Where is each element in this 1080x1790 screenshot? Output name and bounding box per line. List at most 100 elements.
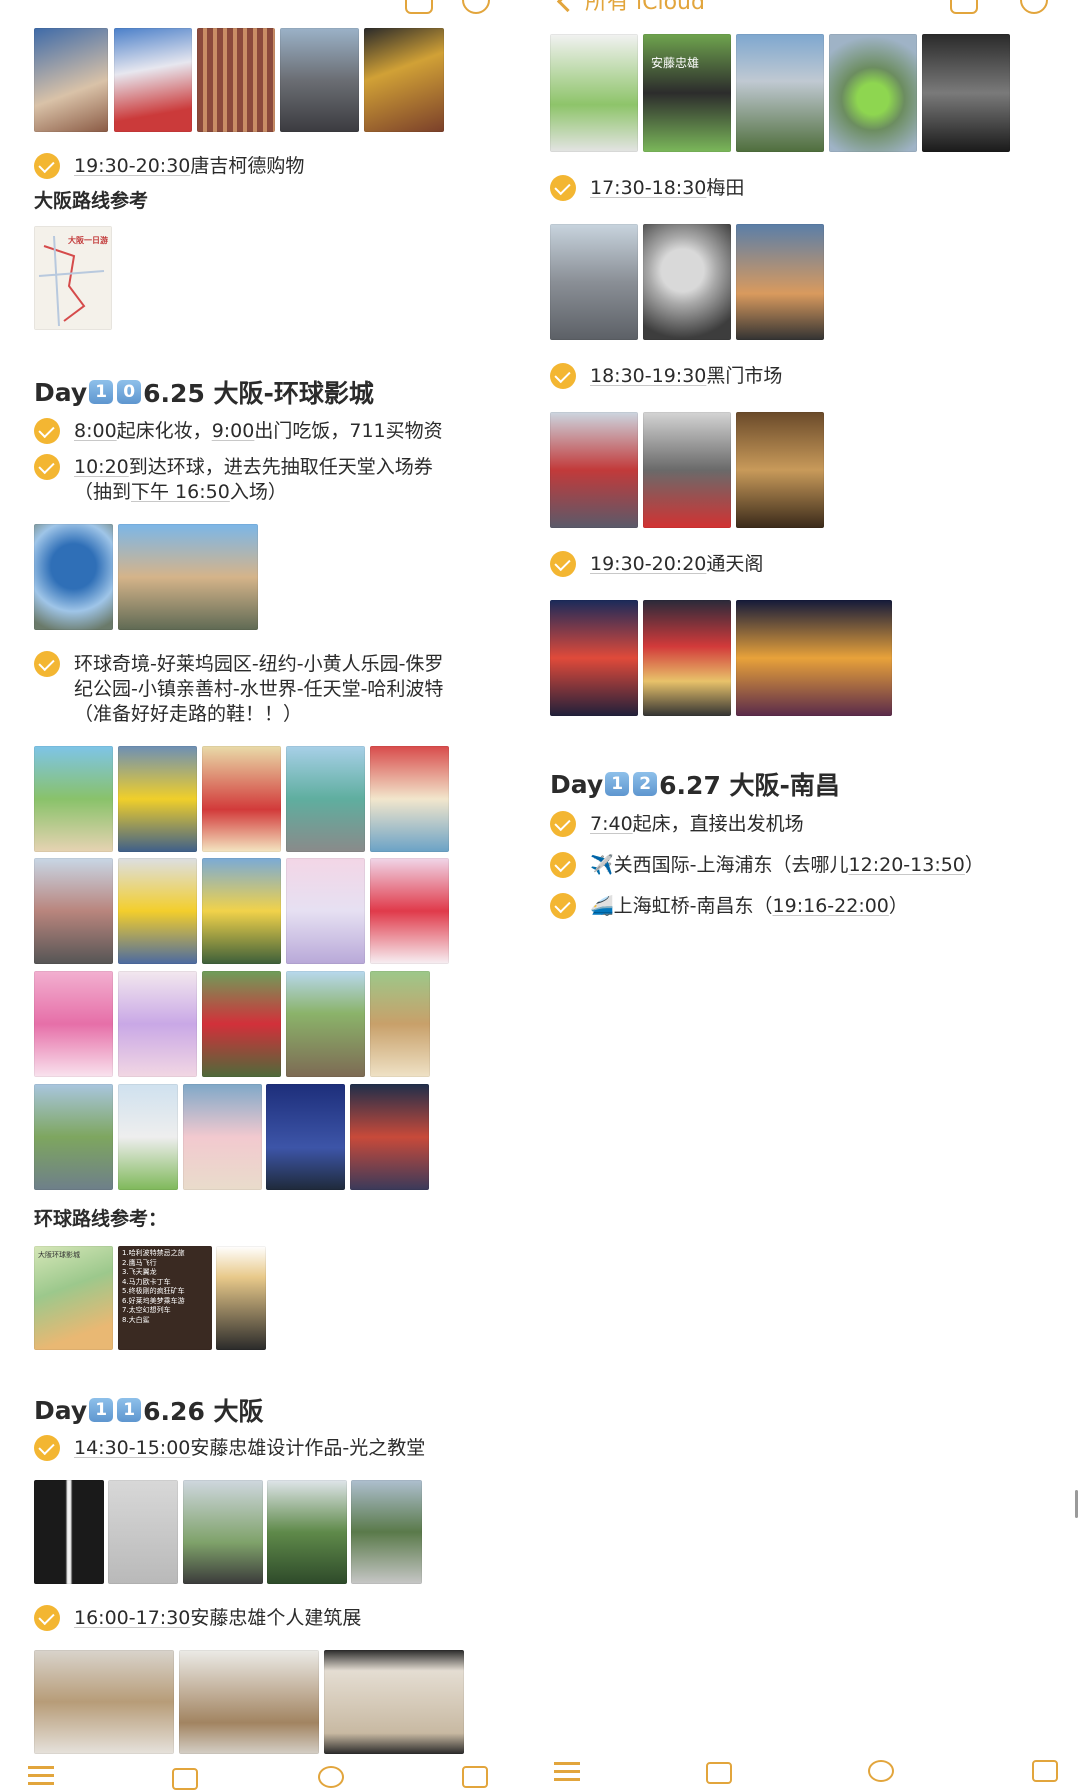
checkmark-icon[interactable] [34,454,60,480]
photo-thumbnail[interactable] [183,1084,262,1190]
checkmark-icon[interactable] [550,363,576,389]
checklist-item-wakeup[interactable]: 8:00起床化妆，9:00出门吃饭，711买物资 [34,418,443,445]
checklist-item-usj-areas[interactable]: 环球奇境-好莱坞园区-纽约-小黄人乐园-侏罗 纪公园-小镇亲善村-水世界-任天堂-… [34,651,443,727]
checklist-icon[interactable] [554,1760,580,1782]
photo-thumbnail[interactable] [364,28,444,132]
photo-thumbnail[interactable] [370,858,449,964]
photo-thumbnail[interactable] [736,600,892,716]
keycap-digit-icon: 1 [117,1398,142,1422]
scrollbar[interactable] [1075,1490,1078,1518]
photo-thumbnail[interactable] [550,600,638,716]
checklist-item-1930[interactable]: 19:30-20:30唐吉柯德购物 [34,153,304,180]
photo-thumbnail[interactable] [34,1650,174,1754]
photo-thumbnail[interactable] [118,1084,178,1190]
checklist-item-train[interactable]: 🚄上海虹桥-南昌东（19:16-22:00） [550,893,908,920]
usj-map-thumbnail[interactable]: 大阪环球影城 [34,1246,113,1350]
ando-book-thumbnail[interactable]: 安藤忠雄 [643,34,731,152]
checkmark-icon[interactable] [34,418,60,444]
checkmark-icon[interactable] [34,153,60,179]
checklist-item-umeda[interactable]: 17:30-18:30梅田 [550,175,744,202]
compose-icon[interactable] [1032,1760,1058,1782]
checklist-item-church[interactable]: 14:30-15:00安藤忠雄设计作品-光之教堂 [34,1435,426,1462]
photo-thumbnail[interactable] [34,1084,113,1190]
photo-thumbnail[interactable] [286,971,365,1077]
photo-thumbnail[interactable] [118,971,197,1077]
photo-thumbnail[interactable] [216,1246,266,1350]
photo-thumbnail[interactable] [286,746,365,852]
checklist-item-tsutenkaku[interactable]: 19:30-20:20通天阁 [550,551,764,578]
photo-thumbnail[interactable] [550,224,638,340]
checkmark-icon[interactable] [550,893,576,919]
checklist-item-arrive-usj[interactable]: 10:20到达环球，进去先抽取任天堂入场券 （抽到下午 16:50入场） [34,454,433,505]
photo-thumbnail[interactable] [351,1480,422,1584]
checklist-item-depart[interactable]: 7:40起床，直接出发机场 [550,811,804,838]
photo-thumbnail[interactable] [550,34,638,152]
checkmark-icon[interactable] [550,551,576,577]
checkmark-icon[interactable] [550,852,576,878]
share-icon[interactable] [950,0,978,14]
photo-thumbnail[interactable] [108,1480,178,1584]
checkmark-icon[interactable] [34,1435,60,1461]
photo-thumbnail[interactable] [643,412,731,528]
photo-thumbnail[interactable] [34,971,113,1077]
checkmark-icon[interactable] [34,651,60,677]
photo-thumbnail[interactable] [34,746,113,852]
checklist-item-kuromon[interactable]: 18:30-19:30黑门市场 [550,363,782,390]
item-text: 8:00起床化妆，9:00出门吃饭，711买物资 [74,420,443,442]
keycap-digit-icon: 2 [633,772,658,796]
photo-thumbnail[interactable] [34,524,113,630]
bottom-toolbar-right [540,1750,1080,1790]
photo-thumbnail[interactable] [370,971,430,1077]
checkmark-icon[interactable] [34,1605,60,1631]
more-icon[interactable] [462,0,490,14]
photo-thumbnail[interactable] [829,34,917,152]
osaka-route-map-thumbnail[interactable]: 大阪一日游 [34,226,112,330]
photo-thumbnail[interactable] [550,412,638,528]
photo-thumbnail[interactable] [280,28,359,132]
photo-thumbnail[interactable] [350,1084,429,1190]
map-route-graphic [38,235,105,327]
markup-pen-icon[interactable] [318,1766,344,1788]
photo-thumbnail[interactable] [34,858,113,964]
photo-thumbnail[interactable] [736,412,824,528]
photo-thumbnail[interactable] [34,1480,104,1584]
photo-thumbnail[interactable] [324,1650,464,1754]
photo-thumbnail[interactable] [118,524,258,630]
markup-pen-icon[interactable] [868,1760,894,1782]
photo-thumbnail[interactable] [179,1650,319,1754]
checkmark-icon[interactable] [550,175,576,201]
photo-thumbnail[interactable] [736,34,824,152]
checklist-item-flight[interactable]: ✈️关西国际-上海浦东（去哪儿12:20-13:50） [550,852,984,879]
left-note-panel: 19:30-20:30唐吉柯德购物 大阪路线参考 大阪一日游 Day 1 0 6… [0,0,540,1790]
photo-thumbnail[interactable] [202,858,281,964]
item-text: 19:30-20:20通天阁 [590,553,764,575]
photo-thumbnail[interactable] [202,746,281,852]
photo-thumbnail[interactable] [922,34,1010,152]
photo-thumbnail[interactable] [118,858,197,964]
back-button[interactable]: 所有 iCloud [556,0,705,16]
photo-thumbnail[interactable] [183,1480,263,1584]
photo-thumbnail[interactable] [736,224,824,340]
photo-thumbnail[interactable] [197,28,275,132]
photo-thumbnail[interactable] [118,746,197,852]
usj-route-list-card[interactable]: 1.哈利波特禁忌之旅 2.鹰马飞行 3.飞天翼龙 4.马力欧卡丁车 5.终极刚的… [118,1246,212,1350]
more-icon[interactable] [1020,0,1048,14]
photo-thumbnail[interactable] [267,1480,347,1584]
checklist-item-exhibition[interactable]: 16:00-17:30安藤忠雄个人建筑展 [34,1605,361,1632]
item-text: 14:30-15:00安藤忠雄设计作品-光之教堂 [74,1437,426,1459]
photo-thumbnail[interactable] [370,746,449,852]
photo-thumbnail[interactable] [643,600,731,716]
photo-thumbnail[interactable] [114,28,192,132]
route-list-line: 5.终极刚的疯狂矿车 [122,1287,185,1295]
photo-thumbnail[interactable] [643,224,731,340]
checkmark-icon[interactable] [550,811,576,837]
camera-icon[interactable] [172,1768,198,1790]
checklist-icon[interactable] [28,1764,54,1786]
photo-thumbnail[interactable] [34,28,108,132]
photo-thumbnail[interactable] [266,1084,345,1190]
share-icon[interactable] [405,0,433,14]
compose-icon[interactable] [462,1766,488,1788]
photo-thumbnail[interactable] [286,858,365,964]
photo-thumbnail[interactable] [202,971,281,1077]
camera-icon[interactable] [706,1762,732,1784]
